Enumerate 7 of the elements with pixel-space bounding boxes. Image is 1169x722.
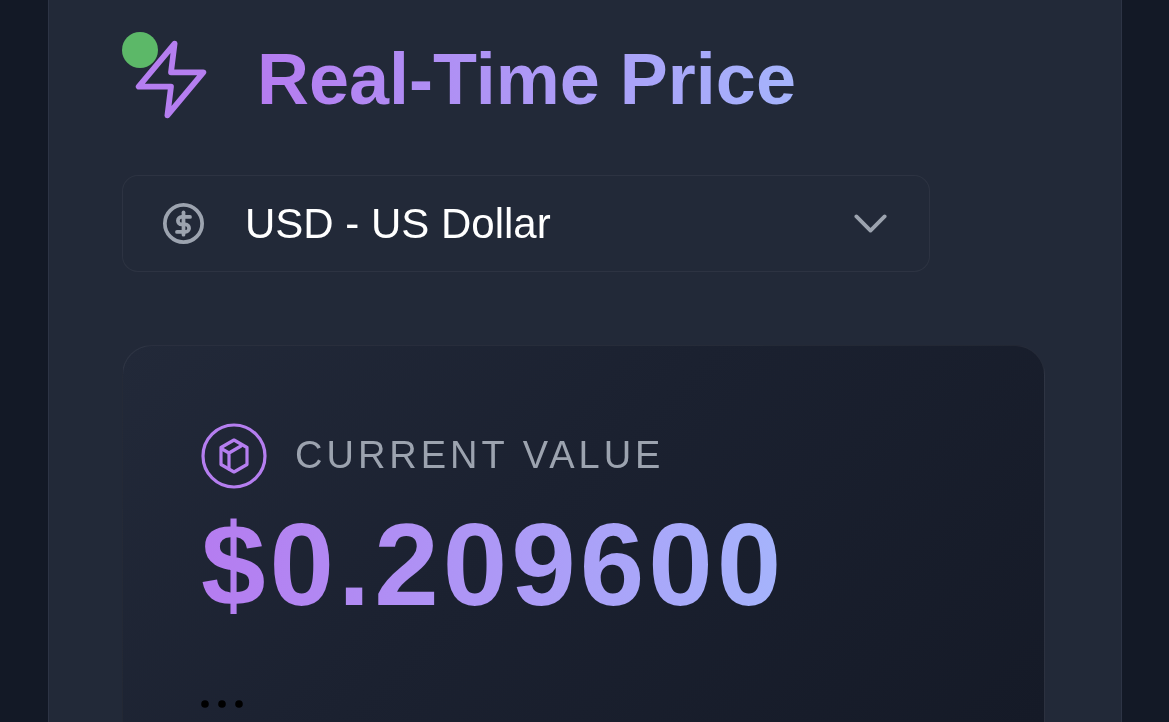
currency-select[interactable]: USD - US Dollar bbox=[122, 175, 930, 272]
dollar-coin-icon bbox=[163, 203, 204, 244]
cube-icon bbox=[201, 423, 267, 489]
dots-icon bbox=[201, 699, 243, 708]
lightning-icon bbox=[135, 40, 207, 119]
current-value-label: CURRENT VALUE bbox=[295, 435, 665, 477]
chevron-down-icon bbox=[854, 214, 887, 233]
